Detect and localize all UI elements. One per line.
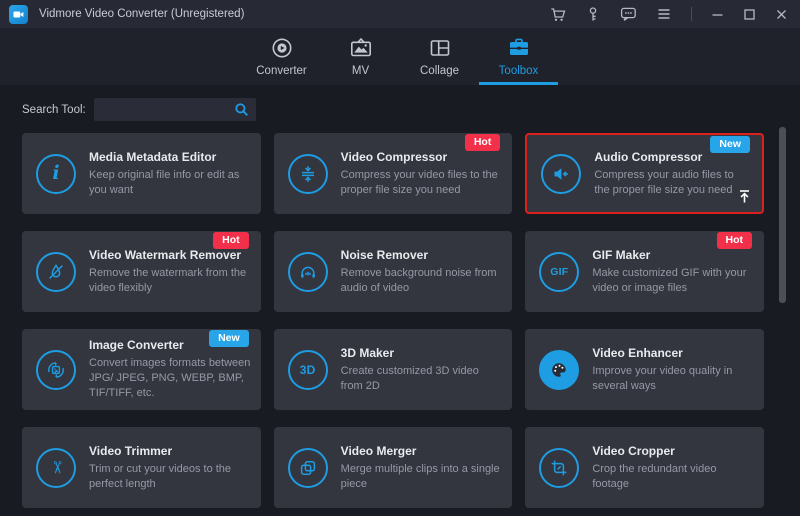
tool-title: Video Trimmer [89,444,251,458]
active-tab-underline [479,82,558,85]
tool-desc: Create customized 3D video from 2D [341,364,503,394]
minimize-button[interactable] [711,8,724,21]
tool-desc: Remove the watermark from the video flex… [89,266,251,296]
converter-icon [270,36,294,60]
watermark-remover-icon [36,252,76,292]
tool-title: Video Compressor [341,150,503,164]
tool-desc: Keep original file info or edit as you w… [89,168,251,198]
tool-desc: Improve your video quality in several wa… [592,364,754,394]
maximize-button[interactable] [743,8,756,21]
tool-card-video-compressor[interactable]: Hot Video Compressor Compress your video… [274,133,513,214]
search-label: Search Tool: [22,104,86,116]
search-icon[interactable] [228,102,256,117]
search-box [94,98,256,121]
tool-card-media-metadata-editor[interactable]: i Media Metadata Editor Keep original fi… [22,133,261,214]
tool-desc: Remove background noise from audio of vi… [341,266,503,296]
cart-icon[interactable] [550,7,566,22]
scissors-icon: ✂ [36,448,76,488]
tool-desc: Convert images formats between JPG/ JPEG… [89,356,251,401]
tool-desc: Merge multiple clips into a single piece [341,462,503,492]
tab-label: MV [352,65,369,77]
tab-collage[interactable]: Collage [400,28,479,85]
tool-desc: Trim or cut your videos to the perfect l… [89,462,251,492]
headphones-icon [288,252,328,292]
tool-title: Video Cropper [592,444,754,458]
tool-card-video-watermark-remover[interactable]: Hot Video Watermark Remover Remove the w… [22,231,261,312]
tool-card-audio-compressor[interactable]: New Audio Compressor Compress your audio… [525,133,764,214]
tool-desc: Compress your audio files to the proper … [594,168,752,198]
feedback-icon[interactable] [620,6,637,22]
close-button[interactable] [775,8,788,21]
window-title: Vidmore Video Converter (Unregistered) [39,8,244,20]
upload-top-arrow-icon [736,188,753,205]
hot-badge: Hot [213,232,249,249]
toolbox-icon [507,36,531,60]
tool-desc: Make customized GIF with your video or i… [592,266,754,296]
gif-icon: GIF [539,252,579,292]
vertical-scrollbar-thumb[interactable] [779,127,786,303]
tool-desc: Crop the redundant video footage [592,462,754,492]
tool-card-video-cropper[interactable]: Video Cropper Crop the redundant video f… [525,427,764,508]
mv-icon [349,36,373,60]
tool-title: GIF Maker [592,248,754,262]
info-icon: i [36,154,76,194]
tab-mv[interactable]: MV [321,28,400,85]
tool-card-image-converter[interactable]: New Image Converter Convert images forma… [22,329,261,410]
tool-card-video-enhancer[interactable]: Video Enhancer Improve your video qualit… [525,329,764,410]
merge-icon [288,448,328,488]
collage-icon [428,36,452,60]
tool-card-noise-remover[interactable]: Noise Remover Remove background noise fr… [274,231,513,312]
tool-card-video-trimmer[interactable]: ✂ Video Trimmer Trim or cut your videos … [22,427,261,508]
tools-grid: i Media Metadata Editor Keep original fi… [0,121,800,508]
hot-badge: Hot [465,134,501,151]
compress-icon [288,154,328,194]
search-row: Search Tool: [0,85,800,121]
tool-title: Noise Remover [341,248,503,262]
tab-converter[interactable]: Converter [242,28,321,85]
menu-icon[interactable] [656,7,672,21]
new-badge: New [209,330,249,347]
hot-badge: Hot [717,232,753,249]
titlebar: Vidmore Video Converter (Unregistered) [0,0,800,28]
app-logo-icon [9,5,28,24]
tab-label: Collage [420,65,459,77]
tool-desc: Compress your video files to the proper … [341,168,503,198]
tool-card-3d-maker[interactable]: 3D 3D Maker Create customized 3D video f… [274,329,513,410]
titlebar-separator [691,7,692,21]
register-key-icon[interactable] [585,6,601,22]
palette-icon [539,350,579,390]
image-converter-icon [36,350,76,390]
tool-title: Video Watermark Remover [89,248,251,262]
tool-title: 3D Maker [341,346,503,360]
tool-title: Video Enhancer [592,346,754,360]
3d-icon: 3D [288,350,328,390]
tab-label: Converter [256,65,307,77]
audio-compress-icon [541,154,581,194]
tool-title: Media Metadata Editor [89,150,251,164]
tab-label: Toolbox [499,65,539,77]
new-badge: New [710,136,750,153]
tool-card-gif-maker[interactable]: Hot GIF GIF Maker Make customized GIF wi… [525,231,764,312]
tab-toolbox[interactable]: Toolbox [479,28,558,85]
tool-card-video-merger[interactable]: Video Merger Merge multiple clips into a… [274,427,513,508]
tool-title: Video Merger [341,444,503,458]
crop-icon [539,448,579,488]
main-tabbar: Converter MV Collage Toolbox [0,28,800,85]
search-input[interactable] [94,104,228,116]
